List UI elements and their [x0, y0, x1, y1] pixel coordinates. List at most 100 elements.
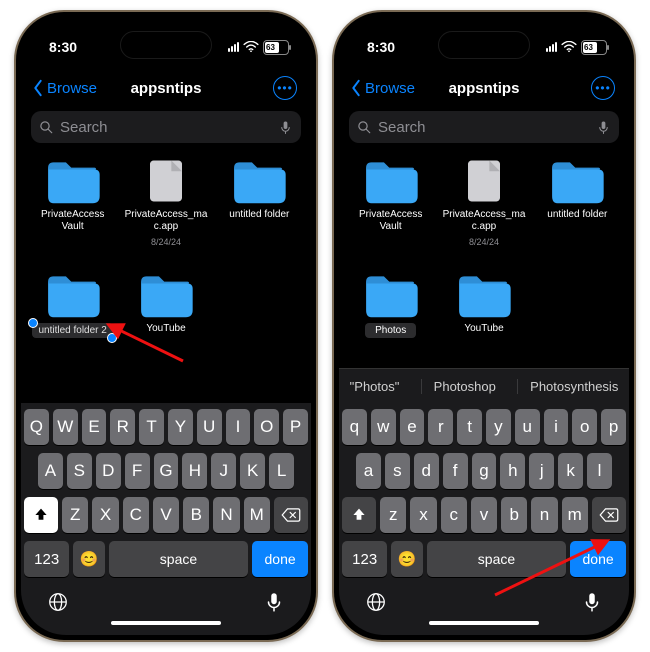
more-button[interactable]: •••: [273, 76, 297, 100]
dictation-icon[interactable]: [581, 591, 603, 613]
key-t[interactable]: t: [457, 409, 482, 445]
back-button[interactable]: Browse: [349, 79, 415, 97]
key-k[interactable]: K: [240, 453, 265, 489]
key-e[interactable]: e: [400, 409, 425, 445]
key-b[interactable]: b: [501, 497, 527, 533]
folder-item[interactable]: PrivateAccess Vault: [345, 157, 436, 247]
key-f[interactable]: F: [125, 453, 150, 489]
selection-handle[interactable]: [107, 333, 117, 343]
dictation-icon[interactable]: [263, 591, 285, 613]
globe-icon[interactable]: [365, 591, 387, 613]
mic-icon[interactable]: [278, 120, 293, 135]
key-f[interactable]: f: [443, 453, 468, 489]
folder-icon: [362, 271, 420, 319]
key-v[interactable]: V: [153, 497, 179, 533]
numbers-key[interactable]: 123: [24, 541, 69, 577]
key-j[interactable]: J: [211, 453, 236, 489]
key-w[interactable]: w: [371, 409, 396, 445]
key-j[interactable]: j: [529, 453, 554, 489]
rename-input[interactable]: Photos: [365, 323, 416, 338]
home-indicator[interactable]: [429, 621, 539, 625]
key-v[interactable]: v: [471, 497, 497, 533]
key-a[interactable]: A: [38, 453, 63, 489]
key-t[interactable]: T: [139, 409, 164, 445]
key-z[interactable]: z: [380, 497, 406, 533]
globe-icon[interactable]: [47, 591, 69, 613]
key-h[interactable]: H: [182, 453, 207, 489]
space-key[interactable]: space: [109, 541, 248, 577]
file-item[interactable]: PrivateAccess_mac.app 8/24/24: [120, 157, 211, 247]
key-r[interactable]: R: [110, 409, 135, 445]
folder-item[interactable]: YouTube: [438, 271, 529, 338]
key-x[interactable]: x: [410, 497, 436, 533]
search-input[interactable]: Search: [349, 111, 619, 143]
key-o[interactable]: O: [254, 409, 279, 445]
emoji-key[interactable]: 😊: [73, 541, 104, 577]
emoji-key[interactable]: 😊: [391, 541, 422, 577]
shift-key[interactable]: [24, 497, 58, 533]
key-l[interactable]: L: [269, 453, 294, 489]
key-m[interactable]: M: [244, 497, 270, 533]
folder-item[interactable]: YouTube: [120, 271, 211, 338]
item-label: PrivateAccess_mac.app: [441, 209, 527, 233]
key-m[interactable]: m: [562, 497, 588, 533]
key-u[interactable]: u: [515, 409, 540, 445]
key-w[interactable]: W: [53, 409, 78, 445]
key-o[interactable]: o: [572, 409, 597, 445]
key-p[interactable]: P: [283, 409, 308, 445]
key-z[interactable]: Z: [62, 497, 88, 533]
file-item[interactable]: PrivateAccess_mac.app 8/24/24: [438, 157, 529, 247]
key-r[interactable]: r: [428, 409, 453, 445]
key-s[interactable]: s: [385, 453, 410, 489]
key-u[interactable]: U: [197, 409, 222, 445]
done-key[interactable]: done: [252, 541, 308, 577]
folder-item-editing[interactable]: untitled folder 2: [27, 271, 118, 338]
suggestion[interactable]: "Photos": [350, 379, 400, 394]
key-y[interactable]: Y: [168, 409, 193, 445]
key-b[interactable]: B: [183, 497, 209, 533]
rename-input[interactable]: untitled folder 2: [32, 323, 112, 338]
folder-icon: [548, 157, 606, 205]
backspace-key[interactable]: [274, 497, 308, 533]
key-n[interactable]: N: [213, 497, 239, 533]
key-d[interactable]: D: [96, 453, 121, 489]
home-indicator[interactable]: [111, 621, 221, 625]
key-q[interactable]: q: [342, 409, 367, 445]
item-label: YouTube: [146, 323, 185, 335]
folder-item[interactable]: Photos: [345, 271, 436, 338]
folder-item[interactable]: PrivateAccess Vault: [27, 157, 118, 247]
suggestion[interactable]: Photoshop: [421, 379, 496, 394]
back-button[interactable]: Browse: [31, 79, 97, 97]
more-button[interactable]: •••: [591, 76, 615, 100]
key-i[interactable]: i: [544, 409, 569, 445]
suggestion[interactable]: Photosynthesis: [517, 379, 618, 394]
backspace-key[interactable]: [592, 497, 626, 533]
mic-icon[interactable]: [596, 120, 611, 135]
key-e[interactable]: E: [82, 409, 107, 445]
key-g[interactable]: g: [472, 453, 497, 489]
key-x[interactable]: X: [92, 497, 118, 533]
folder-item[interactable]: untitled folder: [214, 157, 305, 247]
key-c[interactable]: C: [123, 497, 149, 533]
key-c[interactable]: c: [441, 497, 467, 533]
key-i[interactable]: I: [226, 409, 251, 445]
status-time: 8:30: [367, 39, 395, 55]
key-y[interactable]: y: [486, 409, 511, 445]
key-l[interactable]: l: [587, 453, 612, 489]
search-input[interactable]: Search: [31, 111, 301, 143]
key-h[interactable]: h: [500, 453, 525, 489]
key-p[interactable]: p: [601, 409, 626, 445]
key-s[interactable]: S: [67, 453, 92, 489]
key-g[interactable]: G: [154, 453, 179, 489]
key-k[interactable]: k: [558, 453, 583, 489]
shift-key[interactable]: [342, 497, 376, 533]
key-d[interactable]: d: [414, 453, 439, 489]
space-key[interactable]: space: [427, 541, 566, 577]
key-n[interactable]: n: [531, 497, 557, 533]
key-q[interactable]: Q: [24, 409, 49, 445]
selection-handle[interactable]: [28, 318, 38, 328]
numbers-key[interactable]: 123: [342, 541, 387, 577]
key-a[interactable]: a: [356, 453, 381, 489]
done-key[interactable]: done: [570, 541, 626, 577]
folder-item[interactable]: untitled folder: [532, 157, 623, 247]
